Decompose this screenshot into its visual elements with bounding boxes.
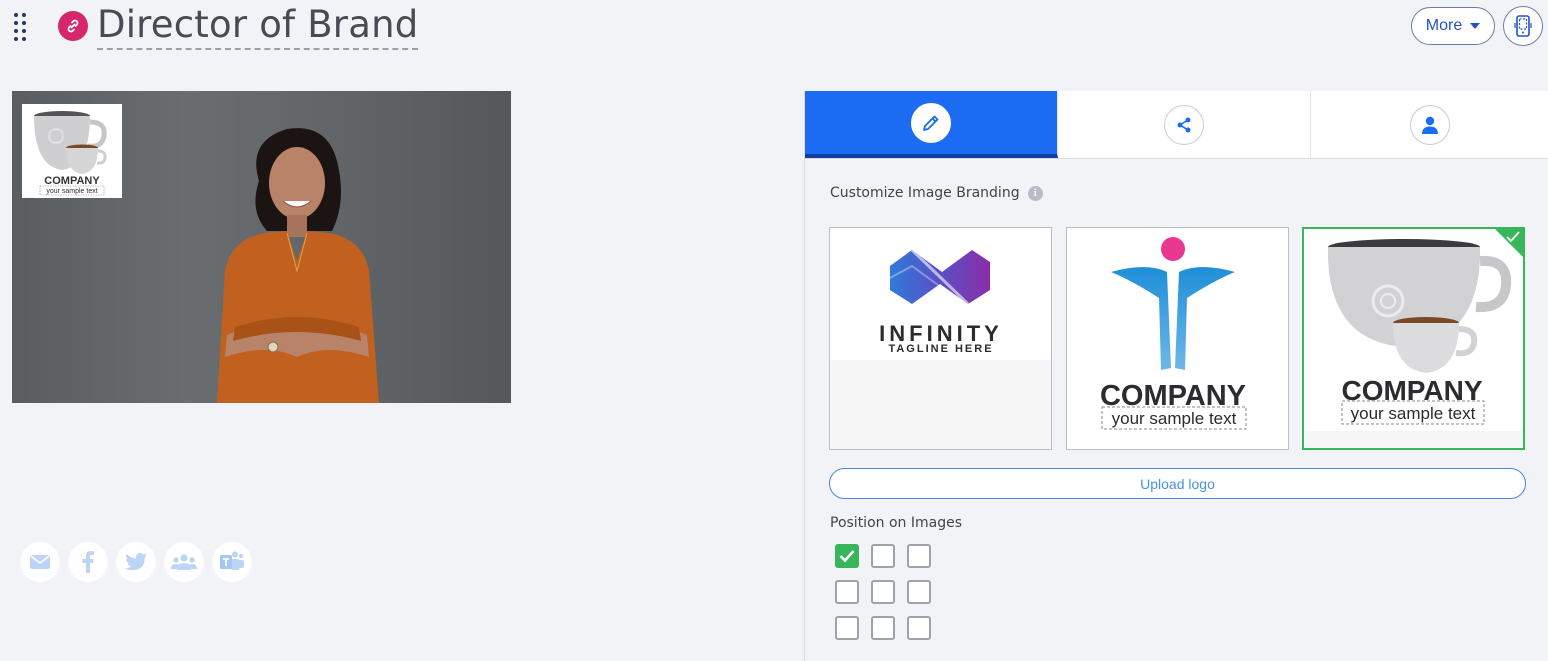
- figure-tagline-text: your sample text: [1112, 409, 1237, 428]
- caret-down-icon: [1470, 23, 1481, 29]
- infinity-tagline-text: TAGLINE HERE: [888, 343, 993, 355]
- overlay-company-text: COMPANY: [44, 175, 100, 187]
- position-middle-left[interactable]: [835, 580, 859, 604]
- drag-handle-icon[interactable]: [12, 11, 28, 43]
- portrait-photo: [217, 128, 379, 403]
- pencil-icon: [923, 115, 939, 131]
- logo-option-company-figure[interactable]: COMPANY your sample text: [1066, 227, 1289, 450]
- link-icon: [58, 11, 88, 41]
- branded-image-preview: COMPANY your sample text: [12, 91, 511, 403]
- logo-option-cup[interactable]: COMPANY your sample text: [1302, 227, 1525, 450]
- position-top-left[interactable]: [835, 544, 859, 568]
- facebook-icon: [82, 551, 94, 573]
- info-icon[interactable]: i: [1027, 185, 1043, 201]
- position-bottom-right[interactable]: [907, 616, 931, 640]
- group-icon: [171, 554, 197, 570]
- panel-tabs: [805, 91, 1548, 159]
- more-dropdown-button[interactable]: More: [1411, 7, 1495, 45]
- share-icon: [1177, 117, 1191, 132]
- branding-panel: Customize Image Branding i INFINITY TAGLI…: [804, 91, 1548, 661]
- user-icon: [1422, 116, 1438, 134]
- share-twitter-button[interactable]: [116, 542, 156, 582]
- tab-edit[interactable]: [805, 91, 1058, 158]
- branding-section-label: Customize Image Branding i: [830, 185, 1043, 201]
- overlay-logo: COMPANY your sample text: [22, 104, 122, 198]
- mobile-device-icon: [1514, 15, 1532, 37]
- branding-label-text: Customize Image Branding: [830, 185, 1020, 201]
- share-icons-row: [20, 542, 252, 582]
- position-grid: [835, 544, 931, 640]
- position-label: Position on Images: [830, 515, 962, 531]
- tab-share-circle: [1164, 104, 1204, 145]
- cup-tagline-text: your sample text: [1351, 404, 1476, 423]
- more-label: More: [1425, 17, 1463, 34]
- position-bottom-left[interactable]: [835, 616, 859, 640]
- upload-logo-button[interactable]: Upload logo: [829, 468, 1526, 499]
- tab-profile-circle: [1410, 104, 1450, 145]
- position-bottom-center[interactable]: [871, 616, 895, 640]
- logo-option-infinity[interactable]: INFINITY TAGLINE HERE: [829, 227, 1052, 450]
- share-teams-button[interactable]: [212, 542, 252, 582]
- position-middle-right[interactable]: [907, 580, 931, 604]
- page-title[interactable]: Director of Brand: [97, 3, 419, 50]
- check-icon: [1506, 231, 1520, 243]
- email-icon: [30, 555, 50, 569]
- tab-edit-circle: [911, 102, 951, 143]
- position-middle-center[interactable]: [871, 580, 895, 604]
- share-facebook-button[interactable]: [68, 542, 108, 582]
- overlay-tagline-text: your sample text: [46, 188, 97, 195]
- checkmark-icon: [839, 550, 855, 563]
- position-top-right[interactable]: [907, 544, 931, 568]
- mobile-preview-button[interactable]: [1503, 6, 1543, 46]
- share-group-button[interactable]: [164, 542, 204, 582]
- tab-share[interactable]: [1058, 91, 1311, 158]
- position-top-center[interactable]: [871, 544, 895, 568]
- share-email-button[interactable]: [20, 542, 60, 582]
- teams-icon: [220, 551, 244, 570]
- tab-profile[interactable]: [1311, 91, 1548, 158]
- twitter-icon: [125, 553, 147, 571]
